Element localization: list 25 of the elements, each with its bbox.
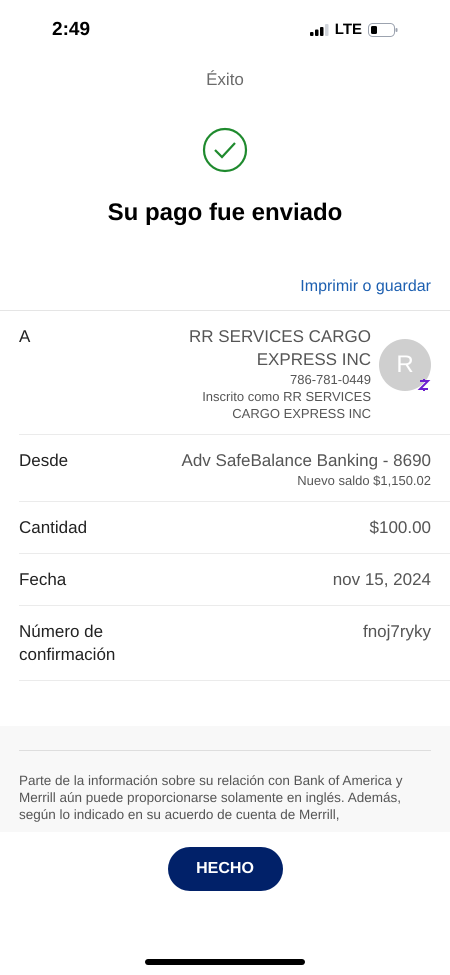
row-detail: 786-781-0449 [290,371,371,388]
success-check-icon [202,127,248,173]
done-button[interactable]: HECHO [168,847,282,891]
row-label: Cantidad [19,517,88,539]
row-value: Adv SafeBalance Banking - 8690 [181,450,431,472]
signal-icon [310,24,329,36]
row-value: RR SERVICES CARGO EXPRESS INC [188,326,371,371]
row-detail: Inscrito como RR SERVICES CARGO EXPRESS INC [201,388,371,422]
status-time: 2:49 [52,18,90,42]
payment-network-icon [417,377,431,393]
screen-title: Éxito [206,69,244,92]
confirmation-heading: Su pago fue enviado [108,198,342,228]
home-indicator[interactable] [145,959,305,965]
row-value: $100.00 [370,517,431,539]
network-label: LTE [334,20,362,40]
row-detail: Nuevo saldo $1,150.02 [297,472,431,489]
row-value: nov 15, 2024 [332,569,431,591]
battery-icon [368,23,398,37]
row-value: fnoj7ryky [362,621,431,643]
row-label: Fecha [19,569,68,591]
row-label: Número de confirmación [19,621,116,666]
row-label: Desde [19,450,70,472]
row-label: A [19,326,32,348]
disclaimer-text: Parte de la información sobre su relación con Bank of America y Merrill aún puede proporcionarse solamente en inglés. Además, según lo indicado en su acuerdo de cuenta de Merrill, [19,772,404,823]
print-or-save-link[interactable]: Imprimir o guardar [300,275,431,299]
